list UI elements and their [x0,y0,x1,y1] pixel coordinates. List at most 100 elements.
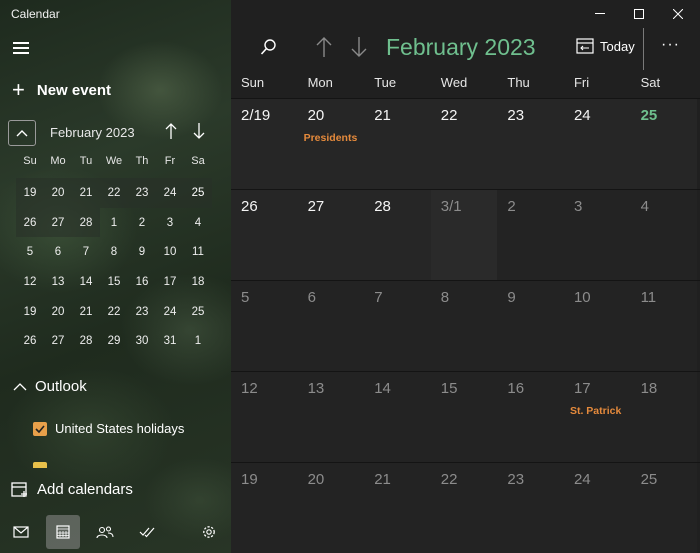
people-icon[interactable] [88,515,122,549]
day-cell[interactable]: 21 [364,99,431,189]
mini-next-month-button[interactable] [192,122,206,145]
day-cell[interactable]: 16 [497,372,564,462]
day-cell[interactable]: 23 [497,99,564,189]
day-cell[interactable]: 12 [231,372,298,462]
mini-day[interactable]: 7 [72,237,100,267]
mini-day[interactable]: 14 [72,267,100,297]
mini-day[interactable]: 24 [156,297,184,327]
mini-day[interactable]: 17 [156,267,184,297]
close-icon[interactable] [655,0,700,28]
mini-day[interactable]: 13 [44,267,72,297]
settings-icon[interactable] [192,515,226,549]
mini-day[interactable]: 10 [156,237,184,267]
next-month-button[interactable] [350,36,368,63]
mini-day[interactable]: 16 [128,267,156,297]
mini-day[interactable]: 12 [16,267,44,297]
mini-day[interactable]: 8 [100,237,128,267]
day-cell[interactable]: 22 [430,463,498,553]
mini-day[interactable]: 24 [156,178,184,208]
day-cell[interactable]: 24 [563,463,631,553]
mail-icon[interactable] [4,515,38,549]
today-button[interactable]: Today [576,38,635,54]
event-item[interactable]: Presidents [304,132,358,144]
mini-day[interactable]: 28 [72,207,100,238]
mini-calendar-month[interactable]: February 2023 [50,125,135,140]
mini-day[interactable]: 27 [44,326,72,356]
mini-day[interactable]: 28 [72,326,100,356]
mini-day[interactable]: 23 [128,178,156,208]
calendar-icon[interactable] [46,515,80,549]
day-cell[interactable]: 9 [497,281,564,371]
calendar-item-us-holidays[interactable]: United States holidays [33,421,184,436]
mini-day[interactable]: 20 [44,297,72,327]
day-cell[interactable]: 24 [563,99,631,189]
mini-day[interactable]: 20 [44,178,72,208]
day-cell[interactable]: 2/19 [231,99,298,189]
mini-day[interactable]: 5 [16,237,44,267]
current-month-title[interactable]: February 2023 [386,34,536,61]
day-cell[interactable]: 3 [563,190,631,280]
previous-month-button[interactable] [315,36,333,63]
outlook-account-toggle[interactable]: Outlook [13,378,87,395]
mini-day[interactable]: 25 [184,178,212,208]
day-cell[interactable]: 7 [364,281,431,371]
day-cell[interactable]: 21 [364,463,431,553]
day-cell[interactable]: 28 [364,190,431,280]
add-calendars-button[interactable]: Add calendars [11,480,133,498]
holiday-checkbox[interactable] [33,421,47,436]
mini-day[interactable]: 19 [16,178,44,208]
day-cell[interactable]: 17 St. Patrick [563,372,631,462]
mini-day[interactable]: 19 [16,297,44,327]
mini-day[interactable]: 18 [184,267,212,297]
search-icon[interactable] [260,38,278,61]
day-cell[interactable]: 10 [563,281,631,371]
mini-day[interactable]: 26 [16,207,44,238]
more-options-button[interactable]: ··· [661,36,680,54]
mini-day[interactable]: 11 [184,237,212,267]
mini-day[interactable]: 6 [44,237,72,267]
day-cell[interactable]: 22 [430,99,498,189]
mini-day[interactable]: 3 [156,208,184,238]
mini-day[interactable]: 4 [184,208,212,238]
day-cell[interactable]: 20 Presidents [297,99,365,189]
day-cell[interactable]: 19 [231,463,298,553]
mini-day[interactable]: 21 [72,297,100,327]
mini-day[interactable]: 1 [100,208,128,238]
day-cell[interactable]: 26 [231,190,298,280]
todo-icon[interactable] [130,515,164,549]
mini-day[interactable]: 22 [100,178,128,208]
mini-day[interactable]: 2 [128,208,156,238]
mini-day[interactable]: 31 [156,326,184,356]
mini-day[interactable]: 25 [184,297,212,327]
mini-day[interactable]: 15 [100,267,128,297]
mini-day[interactable]: 21 [72,178,100,208]
mini-day[interactable]: 26 [16,326,44,356]
day-cell[interactable]: 6 [297,281,365,371]
day-cell[interactable]: 2 [497,190,564,280]
day-cell[interactable]: 13 [297,372,365,462]
day-cell[interactable]: 5 [231,281,298,371]
mini-day[interactable]: 9 [128,237,156,267]
day-cell[interactable]: 15 [430,372,498,462]
mini-previous-month-button[interactable] [164,122,178,145]
mini-day[interactable]: 27 [44,207,72,238]
day-cell[interactable]: 27 [297,190,365,280]
day-cell[interactable]: 18 [630,372,698,462]
hamburger-menu-icon[interactable] [13,42,29,56]
day-cell[interactable]: 23 [497,463,564,553]
collapse-mini-calendar-button[interactable] [8,120,36,146]
day-cell[interactable]: 25 [630,463,698,553]
event-item[interactable]: St. Patrick [570,405,621,417]
new-event-button[interactable]: + New event [12,79,111,101]
mini-day[interactable]: 22 [100,297,128,327]
mini-day[interactable]: 1 [184,326,212,356]
day-cell[interactable]: 14 [364,372,431,462]
day-cell[interactable]: 3/1 [430,190,498,280]
day-cell[interactable]: 4 [630,190,698,280]
day-cell[interactable]: 25 [630,99,698,189]
mini-day[interactable]: 29 [100,326,128,356]
mini-day[interactable]: 23 [128,297,156,327]
mini-day[interactable]: 30 [128,326,156,356]
day-cell[interactable]: 20 [297,463,365,553]
day-cell[interactable]: 11 [630,281,698,371]
